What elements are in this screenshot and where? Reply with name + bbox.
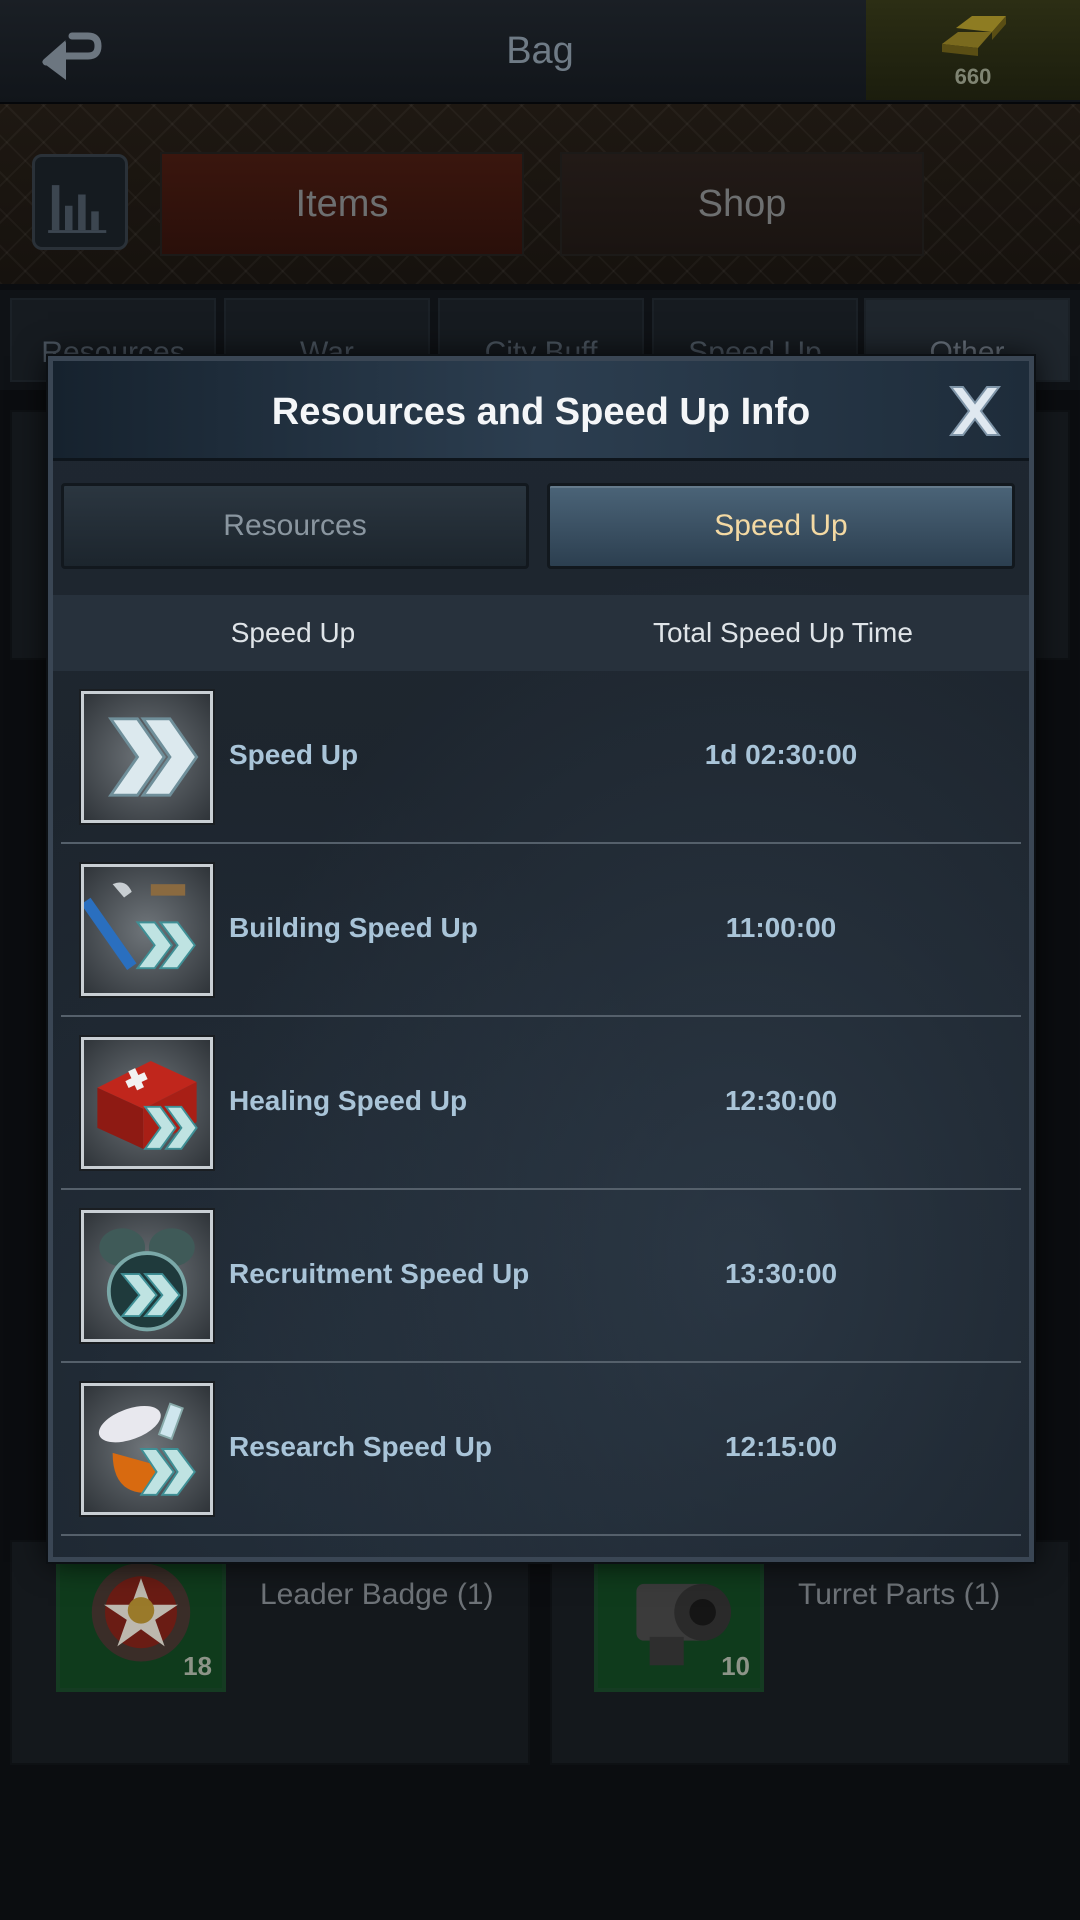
row-name: Recruitment Speed Up — [229, 1258, 530, 1289]
top-bar: Bag 660 — [0, 0, 1080, 104]
building-speed-up-icon — [81, 864, 213, 996]
tab-shop[interactable]: Shop — [560, 152, 924, 256]
row-name: Speed Up — [229, 739, 359, 770]
speed-up-list: Speed Up 1d 02:30:00 Building Speed Up 1… — [61, 671, 1021, 1536]
row-time: 12:30:00 — [724, 1085, 838, 1116]
row-name: Building Speed Up — [229, 912, 478, 943]
speed-up-info-dialog: Resources and Speed Up Info Resources Sp… — [48, 356, 1034, 1562]
gold-amount: 660 — [954, 64, 992, 89]
speed-up-icon — [81, 691, 213, 823]
table-header: Speed Up Total Speed Up Time — [53, 595, 1029, 671]
table-row: Building Speed Up 11:00:00 — [61, 844, 1021, 1017]
row-time: 11:00:00 — [725, 912, 837, 943]
dialog-title: Resources and Speed Up Info — [271, 391, 811, 433]
gold-counter[interactable]: 660 — [866, 0, 1080, 100]
row-time: 13:30:00 — [724, 1258, 838, 1289]
item-name: Turret Parts (1) — [798, 1578, 1001, 1611]
tab-speed-up[interactable]: Speed Up — [547, 483, 1015, 569]
row-time: 1d 02:30:00 — [704, 739, 858, 770]
table-row: Healing Speed Up 12:30:00 — [61, 1017, 1021, 1190]
tab-items[interactable]: Items — [160, 152, 524, 256]
gold-bars-icon — [942, 16, 1006, 56]
column-header-total-time: Total Speed Up Time — [653, 617, 913, 648]
table-row: Speed Up 1d 02:30:00 — [61, 671, 1021, 844]
healing-speed-up-icon — [81, 1037, 213, 1169]
item-name: Leader Badge (1) — [260, 1578, 494, 1611]
item-count: 10 — [721, 1651, 750, 1681]
dialog-header: Resources and Speed Up Info — [53, 361, 1029, 461]
recruitment-speed-up-icon — [81, 1210, 213, 1342]
row-name: Research Speed Up — [229, 1431, 492, 1462]
leader-badge-icon: 18 — [56, 1542, 226, 1692]
research-speed-up-icon — [81, 1383, 213, 1515]
row-name: Healing Speed Up — [229, 1085, 468, 1116]
item-card-leader-badge[interactable]: 18 Leader Badge (1) — [10, 1540, 530, 1765]
stats-button[interactable] — [32, 154, 128, 250]
column-header-speed-up: Speed Up — [230, 617, 356, 648]
close-button[interactable] — [947, 383, 1003, 439]
table-row: Research Speed Up 12:15:00 — [61, 1363, 1021, 1536]
turret-parts-icon: 10 — [594, 1542, 764, 1692]
bar-chart-icon — [48, 185, 107, 233]
item-count: 18 — [183, 1651, 212, 1681]
table-row: Recruitment Speed Up 13:30:00 — [61, 1190, 1021, 1363]
item-card-turret-parts[interactable]: 10 Turret Parts (1) — [550, 1540, 1070, 1765]
tab-resources[interactable]: Resources — [61, 483, 529, 569]
close-icon — [949, 386, 1001, 436]
row-time: 12:15:00 — [724, 1431, 838, 1462]
